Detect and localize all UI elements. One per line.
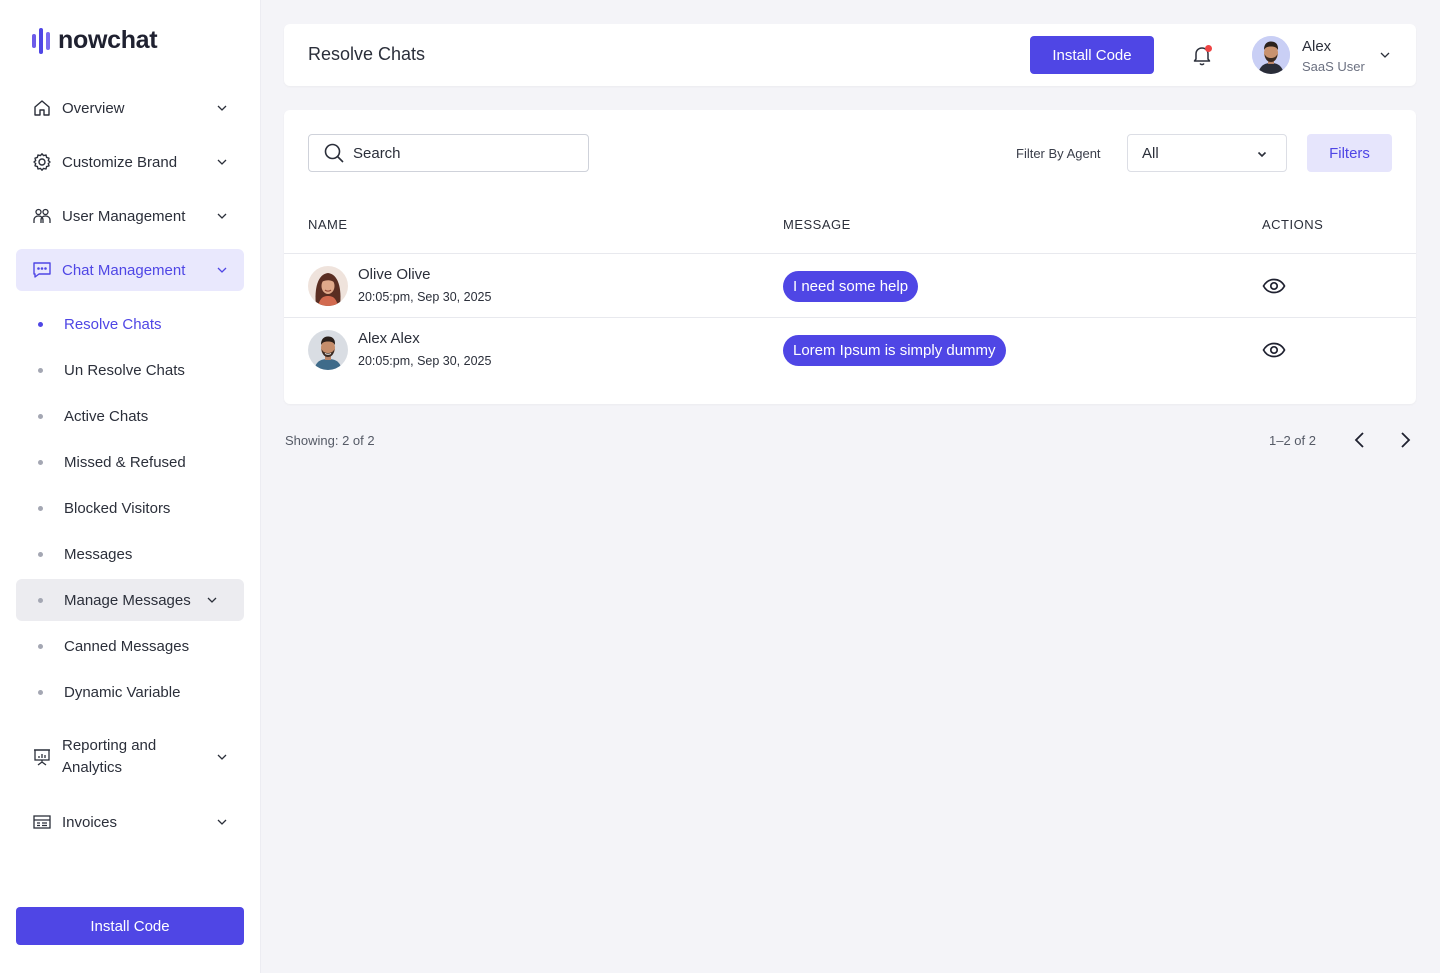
chevron-right-icon — [1401, 432, 1411, 448]
visitor-name: Olive Olive — [358, 266, 431, 283]
sidebar-subitem-manage-messages[interactable]: Manage Messages — [16, 579, 244, 621]
column-header-message: MESSAGE — [783, 217, 851, 232]
chevron-down-icon — [217, 105, 227, 111]
bullet-dot-icon — [38, 551, 43, 557]
users-icon — [32, 206, 52, 226]
chevron-left-icon — [1354, 432, 1364, 448]
chevron-down-icon — [217, 213, 227, 219]
notification-dot — [1205, 45, 1212, 52]
sidebar-item-user-management[interactable]: User Management — [16, 195, 244, 237]
chevron-down-icon — [217, 267, 227, 273]
sidebar-subitem-label: Active Chats — [64, 407, 149, 425]
view-eye-icon[interactable] — [1262, 275, 1286, 297]
chat-icon — [32, 260, 52, 280]
chats-table-card: Filter By Agent All Filters NAME MESSAGE… — [284, 110, 1416, 404]
gear-icon — [32, 152, 52, 172]
sidebar-item-label: Chat Management — [62, 261, 186, 279]
bullet-dot-icon — [38, 413, 43, 419]
brand-logo[interactable]: nowchat — [32, 26, 158, 55]
user-name: Alex — [1302, 38, 1332, 55]
chevron-down-icon — [217, 819, 227, 825]
next-page-button[interactable] — [1395, 430, 1415, 450]
bullet-dot-icon — [38, 505, 43, 511]
sidebar-subitem-label: Canned Messages — [64, 637, 190, 655]
filters-button[interactable]: Filters — [1307, 134, 1392, 172]
showing-count: Showing: 2 of 2 — [285, 433, 375, 448]
sidebar-subitem-blocked-visitors[interactable]: Blocked Visitors — [16, 487, 244, 529]
brand-name: nowchat — [58, 26, 158, 54]
presentation-chart-icon — [32, 747, 52, 767]
chevron-down-icon — [217, 159, 227, 165]
sidebar-subitem-un-resolve-chats[interactable]: Un Resolve Chats — [16, 349, 244, 391]
sidebar-subitem-canned-messages[interactable]: Canned Messages — [16, 625, 244, 667]
sidebar-item-invoices[interactable]: Invoices — [16, 801, 244, 843]
user-role: SaaS User — [1302, 59, 1365, 74]
chevron-down-icon — [207, 597, 217, 603]
bullet-dot-icon — [38, 321, 43, 327]
install-code-button[interactable]: Install Code — [1030, 36, 1154, 74]
sidebar-item-label: Invoices — [62, 813, 118, 831]
chevron-down-icon[interactable] — [1379, 49, 1391, 61]
sidebar-subitem-label: Resolve Chats — [64, 315, 162, 333]
chevron-down-icon — [1257, 151, 1267, 158]
sidebar-subitem-dynamic-variable[interactable]: Dynamic Variable — [16, 671, 244, 713]
bullet-dot-icon — [38, 459, 43, 465]
sidebar-subitem-missed-refused[interactable]: Missed & Refused — [16, 441, 244, 483]
sidebar-item-label: Reporting and Analytics — [62, 737, 157, 776]
sidebar-subitem-label: Un Resolve Chats — [64, 361, 185, 379]
visitor-avatar — [308, 266, 348, 306]
visitor-name: Alex Alex — [358, 330, 420, 347]
sidebar-subitem-active-chats[interactable]: Active Chats — [16, 395, 244, 437]
home-icon — [32, 98, 52, 118]
chat-timestamp: 20:05:pm, Sep 30, 2025 — [358, 354, 492, 368]
bullet-dot-icon — [38, 643, 43, 649]
page-title: Resolve Chats — [308, 44, 426, 64]
chevron-down-icon — [217, 754, 227, 760]
notification-bell-icon[interactable] — [1190, 43, 1214, 67]
sidebar: nowchat Overview Customize Brand User Ma… — [0, 0, 261, 973]
sidebar-subitem-resolve-chats[interactable]: Resolve Chats — [16, 303, 244, 345]
sidebar-item-label: User Management — [62, 207, 186, 225]
bullet-dot-icon — [38, 597, 43, 603]
message-bubble: Lorem Ipsum is simply dummy — [783, 335, 1006, 366]
sidebar-item-reporting-analytics[interactable]: Reporting and Analytics — [16, 727, 244, 787]
agent-select-value: All — [1142, 144, 1159, 162]
page-range: 1–2 of 2 — [1269, 433, 1316, 448]
search-icon — [324, 143, 344, 163]
filter-by-agent-label: Filter By Agent — [1016, 146, 1101, 161]
message-bubble: I need some help — [783, 271, 919, 302]
sidebar-subitem-label: Messages — [64, 545, 133, 563]
sidebar-subitem-messages[interactable]: Messages — [16, 533, 244, 575]
table-row[interactable]: Olive Olive 20:05:pm, Sep 30, 2025 I nee… — [284, 254, 1416, 318]
column-header-name: NAME — [308, 217, 348, 232]
agent-select[interactable]: All — [1127, 134, 1287, 172]
bullet-dot-icon — [38, 689, 43, 695]
bullet-dot-icon — [38, 367, 43, 373]
page-header: Resolve Chats Install Code Alex SaaS Use… — [284, 24, 1416, 86]
chat-timestamp: 20:05:pm, Sep 30, 2025 — [358, 290, 492, 304]
sidebar-item-overview[interactable]: Overview — [16, 87, 244, 129]
sidebar-install-code-button[interactable]: Install Code — [16, 907, 244, 945]
search-input[interactable] — [353, 144, 573, 162]
sidebar-item-customize-brand[interactable]: Customize Brand — [16, 141, 244, 183]
search-field[interactable] — [308, 134, 589, 172]
view-eye-icon[interactable] — [1262, 339, 1286, 361]
sidebar-item-label: Customize Brand — [62, 153, 178, 171]
column-header-actions: ACTIONS — [1262, 217, 1324, 232]
sidebar-item-chat-management[interactable]: Chat Management — [16, 249, 244, 291]
sidebar-subitem-label: Blocked Visitors — [64, 499, 171, 517]
visitor-avatar — [308, 330, 348, 370]
sidebar-item-label: Overview — [62, 99, 125, 117]
invoice-icon — [32, 812, 52, 832]
logo-mark-icon — [32, 27, 50, 55]
sidebar-subitem-label: Manage Messages — [64, 591, 191, 609]
user-avatar[interactable] — [1252, 36, 1290, 74]
table-row[interactable]: Alex Alex 20:05:pm, Sep 30, 2025 Lorem I… — [284, 318, 1416, 382]
sidebar-subitem-label: Missed & Refused — [64, 453, 186, 471]
previous-page-button[interactable] — [1350, 430, 1370, 450]
sidebar-subitem-label: Dynamic Variable — [64, 683, 181, 701]
